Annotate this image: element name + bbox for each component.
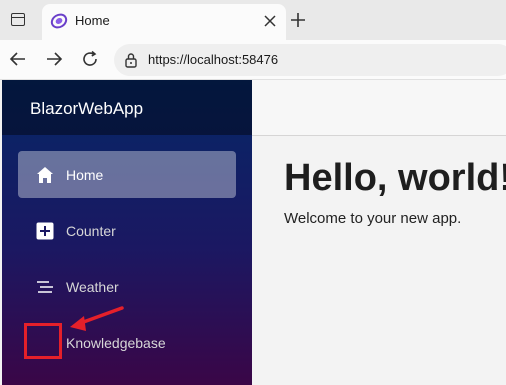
nav-item-home[interactable]: Home xyxy=(18,151,236,198)
new-tab-icon[interactable] xyxy=(289,11,307,29)
nav-item-label: Home xyxy=(66,167,104,183)
plus-square-icon xyxy=(36,222,54,240)
annotation-arrow-icon xyxy=(70,306,124,331)
tab-title: Home xyxy=(75,13,110,28)
url-text: https://localhost:58476 xyxy=(148,52,279,67)
top-row xyxy=(252,80,506,136)
close-icon[interactable] xyxy=(262,13,278,29)
brand-name[interactable]: BlazorWebApp xyxy=(30,99,143,119)
back-arrow-icon[interactable] xyxy=(8,49,28,69)
browser-tab[interactable]: Home xyxy=(42,4,286,40)
blazor-favicon-icon xyxy=(50,13,68,29)
main-area: Hello, world! Welcome to your new app. xyxy=(252,80,506,385)
page-heading: Hello, world! xyxy=(284,157,506,199)
nav-item-counter[interactable]: Counter xyxy=(18,207,236,254)
page-content: Hello, world! Welcome to your new app. xyxy=(252,136,506,385)
lock-icon xyxy=(125,53,137,68)
brand-bar: BlazorWebApp xyxy=(2,80,252,135)
browser-nav-bar: https://localhost:58476 xyxy=(0,40,506,80)
refresh-icon[interactable] xyxy=(80,49,100,69)
nav-item-label: Weather xyxy=(66,279,119,295)
welcome-text: Welcome to your new app. xyxy=(284,210,462,227)
forward-arrow-icon[interactable] xyxy=(44,49,64,69)
tab-actions-icon[interactable] xyxy=(8,10,28,30)
missing-icon-highlight-box xyxy=(24,323,62,359)
house-icon xyxy=(37,167,53,183)
nav-item-label: Counter xyxy=(66,223,116,239)
address-bar[interactable]: https://localhost:58476 xyxy=(114,44,506,76)
browser-tab-bar: Home xyxy=(0,0,506,40)
list-lines-icon xyxy=(37,281,53,293)
